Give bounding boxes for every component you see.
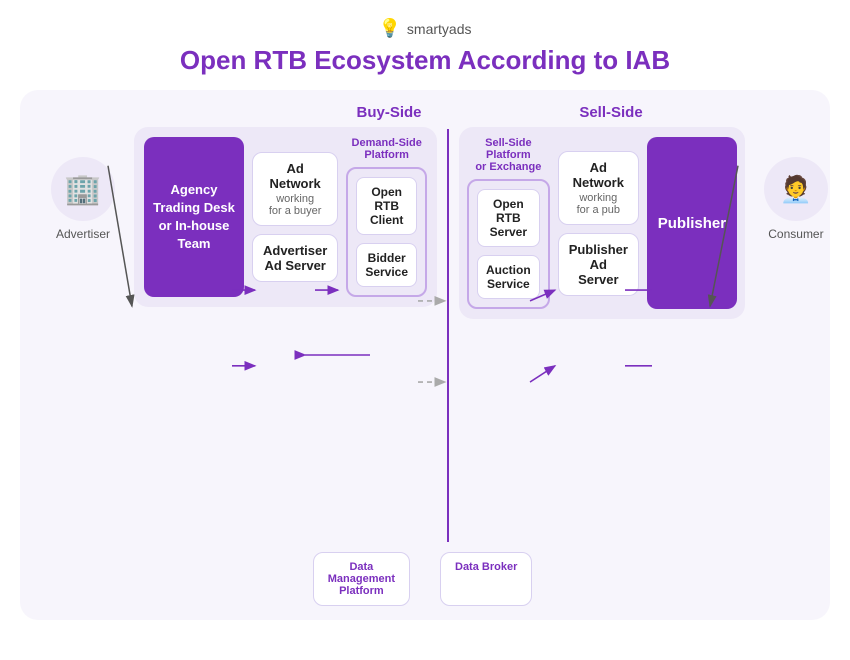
pub-ad-network-sub: workingfor a pub xyxy=(569,192,628,216)
buy-middle-col: Ad Network workingfor a buyer Advertiser… xyxy=(252,137,338,297)
buy-side-box: Agency Trading Desk or In-house Team Ad … xyxy=(134,127,437,307)
buy-ad-network-box: Ad Network workingfor a buyer xyxy=(252,152,338,226)
divider-line xyxy=(447,129,449,542)
page-title: Open RTB Ecosystem According to IAB xyxy=(180,45,670,76)
logo-icon: 💡 xyxy=(379,18,401,39)
advertiser-label: Advertiser xyxy=(56,227,110,241)
diagram-body: 🏢 Advertiser Agency Trading Desk or In-h… xyxy=(38,127,812,544)
pub-middle-col: Ad Network workingfor a pub PublisherAd … xyxy=(558,137,639,309)
bottom-spacer-left xyxy=(38,552,128,606)
agency-box: Agency Trading Desk or In-house Team xyxy=(144,137,244,297)
bottom-row: Data Management Platform Data Broker xyxy=(38,552,812,606)
agency-box-text: Agency Trading Desk or In-house Team xyxy=(153,181,235,254)
advertiser-avatar: 🏢 xyxy=(51,157,115,221)
dsp-inner: Open RTBClient BidderService xyxy=(346,167,427,297)
open-rtb-client-box: Open RTBClient xyxy=(356,177,417,235)
auction-service-box: AuctionService xyxy=(477,255,540,299)
sell-bottom: Data Broker xyxy=(436,552,716,606)
bidder-service-box: BidderService xyxy=(356,243,417,287)
pub-ad-network-title: Ad Network xyxy=(569,160,628,190)
buy-ad-network-title: Ad Network xyxy=(263,161,327,191)
consumer-label: Consumer xyxy=(768,227,823,241)
logo-area: 💡 smartyads xyxy=(379,18,472,39)
publisher-ad-server-box: PublisherAd Server xyxy=(558,233,639,296)
diagram-container: Buy-Side Sell-Side 🏢 Advertiser Agency T… xyxy=(20,90,830,620)
buy-ad-network-sub: workingfor a buyer xyxy=(263,193,327,217)
ssp-inner: Open RTBServer AuctionService xyxy=(467,179,550,309)
sell-side-box: Sell-SidePlatformor Exchange Open RTBSer… xyxy=(459,127,745,319)
page: 💡 smartyads Open RTB Ecosystem According… xyxy=(0,0,850,660)
data-broker-box: Data Broker xyxy=(440,552,532,606)
dsp-col: Demand-SidePlatform Open RTBClient Bidde… xyxy=(346,137,427,297)
consumer-avatar: 🧑‍💼 xyxy=(764,157,828,221)
consumer-column: 🧑‍💼 Consumer xyxy=(751,127,841,241)
advertiser-ad-server-title: AdvertiserAd Server xyxy=(263,243,327,273)
section-labels: Buy-Side Sell-Side xyxy=(38,104,812,121)
dmp-box: Data Management Platform xyxy=(313,552,410,606)
pub-ad-network-box: Ad Network workingfor a pub xyxy=(558,151,639,225)
publisher-ad-server-title: PublisherAd Server xyxy=(569,242,628,287)
advertiser-column: 🏢 Advertiser xyxy=(38,127,128,241)
buy-side-label: Buy-Side xyxy=(258,104,500,121)
dsp-label: Demand-SidePlatform xyxy=(352,137,422,161)
ssp-col: Sell-SidePlatformor Exchange Open RTBSer… xyxy=(467,137,550,309)
ssp-label: Sell-SidePlatformor Exchange xyxy=(475,137,541,173)
publisher-box: Publisher xyxy=(647,137,737,309)
buy-bottom: Data Management Platform xyxy=(134,552,414,606)
logo-text: smartyads xyxy=(407,21,472,37)
advertiser-ad-server-box: AdvertiserAd Server xyxy=(252,234,338,282)
sell-side-label: Sell-Side xyxy=(500,104,722,121)
bottom-spacer-right xyxy=(722,552,812,606)
open-rtb-server-box: Open RTBServer xyxy=(477,189,540,247)
